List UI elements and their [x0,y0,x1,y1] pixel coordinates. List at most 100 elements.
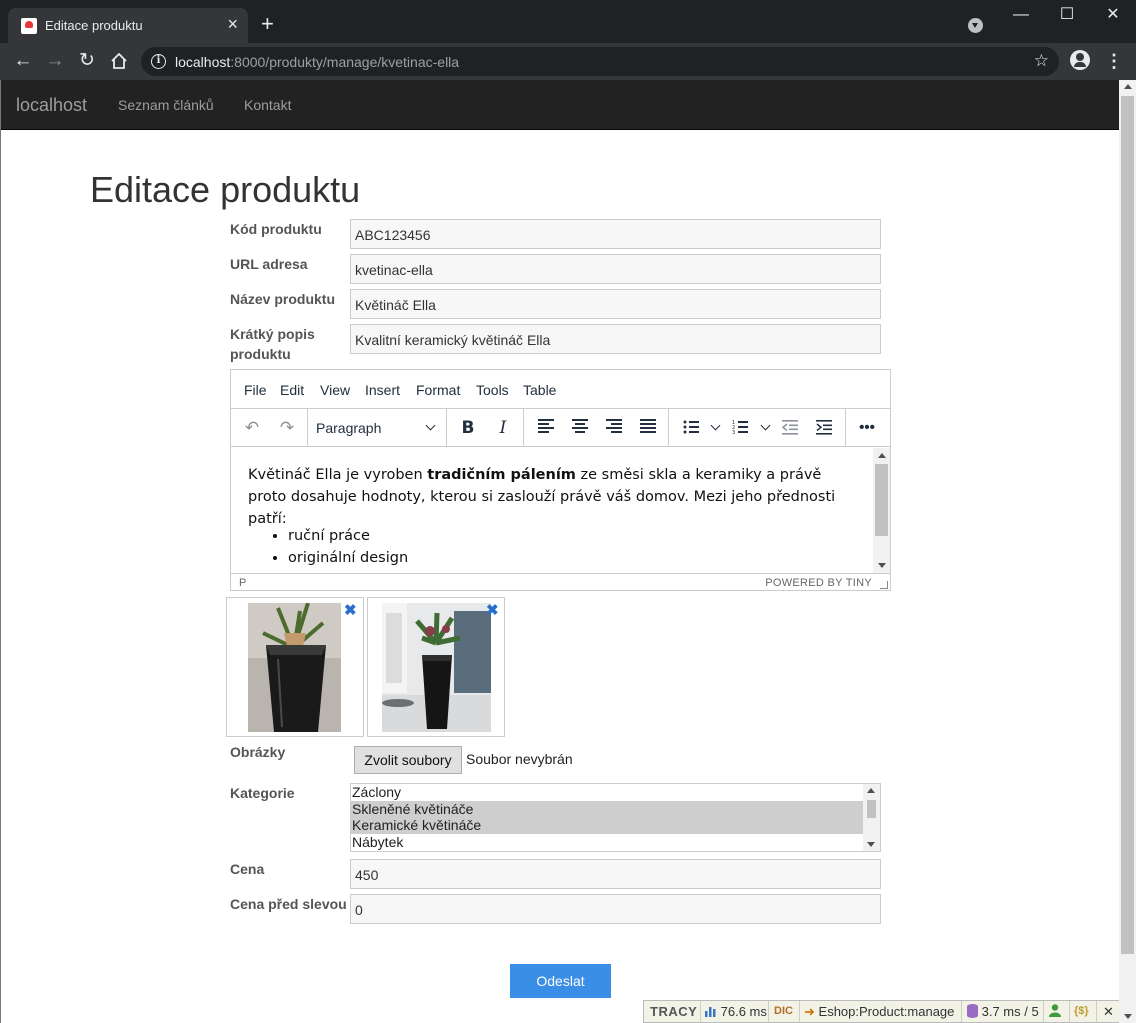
element-path[interactable]: P [239,577,246,589]
tab-title: Editace produktu [45,18,143,33]
price-label: Cena [230,861,265,877]
browser-toolbar: ← → ↻ i localhost:8000/produkty/manage/k… [0,43,1136,80]
numbered-list-icon[interactable]: 123 [732,419,748,435]
editor-toolbar: ↶ ↷ Paragraph B I 1 2 3 ••• [231,409,890,447]
product-image-card: ✖ [226,597,364,737]
align-right-icon[interactable] [606,419,622,435]
new-tab-button[interactable]: + [261,13,274,35]
home-icon[interactable] [106,48,132,74]
nav-link-contact[interactable]: Kontakt [244,97,291,113]
outdent-icon[interactable] [782,419,798,435]
scroll-up-icon[interactable] [867,788,875,793]
bold-icon[interactable]: B [454,415,482,441]
scroll-down-icon[interactable] [1124,1014,1132,1019]
redo-icon[interactable]: ↷ [273,415,301,441]
category-option[interactable]: Záclony [351,784,863,801]
tab-close-button[interactable]: × [227,15,238,33]
resize-handle-icon[interactable] [880,581,888,589]
old-price-input[interactable]: 0 [350,894,881,924]
editor-paragraph: Květináč Ella je vyroben tradičním pálen… [248,467,836,527]
category-option[interactable]: Keramické květináče [351,817,863,834]
editor-content[interactable]: Květináč Ella je vyroben tradičním pálen… [231,448,890,573]
scroll-down-icon[interactable] [867,842,875,847]
svg-text:3: 3 [732,430,735,435]
menu-table[interactable]: Table [523,382,556,398]
info-icon[interactable]: i [151,54,166,69]
tracy-close-icon[interactable]: ✕ [1103,1004,1114,1020]
scroll-down-icon[interactable] [878,563,886,568]
tracy-routing-panel[interactable]: ➜ Eshop:Product:manage [804,1004,954,1020]
editor-scroll-thumb[interactable] [875,464,888,536]
site-navbar: localhost Seznam článků Kontakt [1,80,1119,130]
editor-menubar: File Edit View Insert Format Tools Table [231,370,890,409]
price-input[interactable]: 450 [350,859,881,889]
menu-insert[interactable]: Insert [365,382,400,398]
delete-image-icon[interactable]: ✖ [344,603,357,618]
nav-link-articles[interactable]: Seznam článků [118,97,214,113]
category-scrollbar[interactable] [863,784,880,851]
tracy-user-panel[interactable] [1049,1004,1061,1020]
address-bar[interactable]: i localhost:8000/produkty/manage/kvetina… [141,47,1059,76]
reload-icon[interactable]: ↻ [74,48,100,74]
menu-view[interactable]: View [320,382,350,398]
category-option[interactable]: Nábytek [351,834,863,851]
bookmark-star-icon[interactable]: ☆ [1034,51,1049,71]
align-justify-icon[interactable] [640,419,656,435]
numbered-list-chevron-icon[interactable] [760,420,771,431]
code-input[interactable]: ABC123456 [350,219,881,249]
submit-button[interactable]: Odeslat [510,964,611,998]
images-label: Obrázky [230,744,286,760]
tab-search-icon[interactable] [968,18,983,33]
align-center-icon[interactable] [572,419,588,435]
back-icon[interactable]: ← [10,48,36,74]
product-photo [248,603,341,732]
choose-files-button[interactable]: Zvolit soubory [354,746,462,774]
profile-avatar-icon[interactable] [1070,50,1090,70]
editor-scrollbar[interactable] [873,448,890,573]
delete-image-icon[interactable]: ✖ [486,603,499,618]
tracy-dic-panel[interactable]: DIC [774,1005,793,1017]
tracy-timer[interactable]: 76.6 ms [705,1004,767,1019]
bullet-list-icon[interactable] [683,419,699,435]
menu-format[interactable]: Format [416,382,460,398]
category-option[interactable]: Skleněné květináče [351,800,863,817]
indent-icon[interactable] [816,419,832,435]
tracy-database-panel[interactable]: 3.7 ms / 5 [967,1004,1039,1019]
list-item: originální design [288,547,408,569]
navbar-brand[interactable]: localhost [16,95,87,116]
tracy-logo[interactable]: TRACY [650,1004,697,1019]
italic-icon[interactable]: I [489,415,517,441]
url-input[interactable]: kvetinac-ella [350,254,881,284]
page-scroll-thumb[interactable] [1121,96,1134,954]
forward-icon[interactable]: → [42,48,68,74]
chevron-down-icon [425,420,436,431]
scroll-up-icon[interactable] [878,453,886,458]
favicon-icon [21,18,37,34]
scroll-up-icon[interactable] [1124,84,1132,89]
more-icon[interactable]: ••• [853,415,881,441]
browser-menu-icon[interactable]: ⋮ [1104,48,1124,74]
block-format-select[interactable]: Paragraph [316,417,440,439]
tracy-session-panel[interactable]: {$} [1074,1005,1089,1017]
menu-file[interactable]: File [244,382,267,398]
bullet-list-chevron-icon[interactable] [710,420,721,431]
powered-by-link[interactable]: POWERED BY TINY [765,577,872,589]
menu-tools[interactable]: Tools [476,382,509,398]
user-icon [1049,1004,1061,1017]
name-input[interactable]: Květináč Ella [350,289,881,319]
minimize-button[interactable]: — [998,0,1044,30]
close-window-button[interactable]: ✕ [1090,0,1136,30]
url-label: URL adresa [230,256,308,272]
page-viewport: localhost Seznam článků Kontakt Editace … [0,80,1119,1023]
menu-edit[interactable]: Edit [280,382,304,398]
editor-statusbar: P POWERED BY TINY [231,573,890,591]
undo-icon[interactable]: ↶ [238,415,266,441]
short-desc-input[interactable]: Kvalitní keramický květináč Ella [350,324,881,354]
align-left-icon[interactable] [538,419,554,435]
maximize-button[interactable]: ☐ [1044,0,1090,30]
rich-text-editor: File Edit View Insert Format Tools Table… [230,369,891,591]
page-scrollbar[interactable] [1119,80,1136,1023]
browser-tab[interactable]: Editace produktu × [8,8,248,43]
category-scroll-thumb[interactable] [867,800,876,818]
category-multiselect[interactable]: Záclony Skleněné květináče Keramické kvě… [350,783,881,852]
